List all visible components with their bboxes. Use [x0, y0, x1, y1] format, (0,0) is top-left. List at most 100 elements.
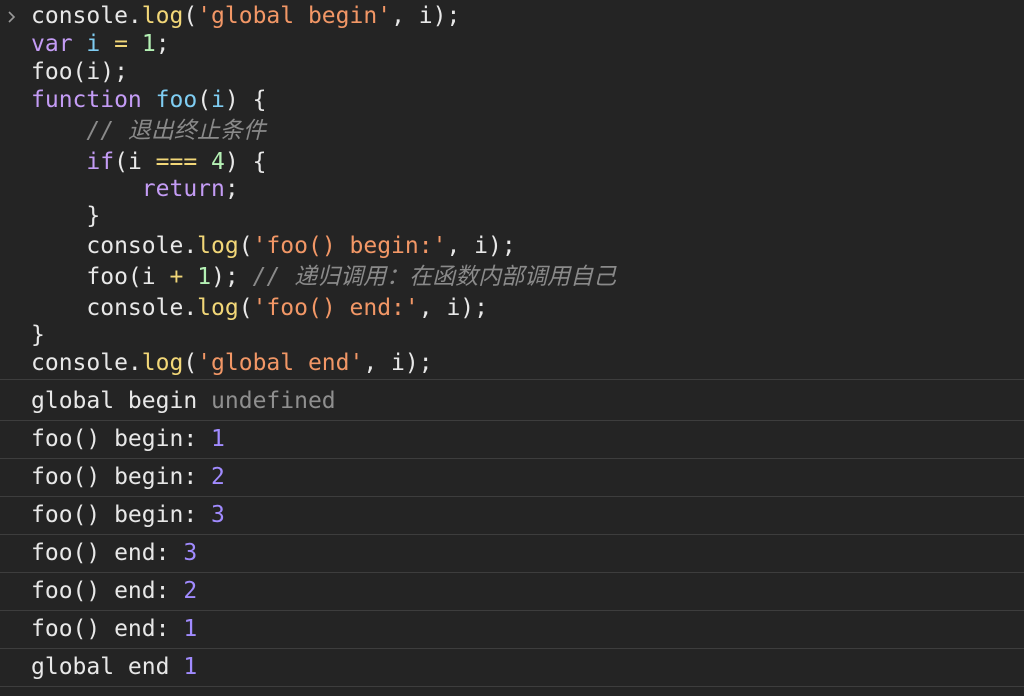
code-token: }: [31, 203, 101, 229]
code-token: 'global begin': [197, 3, 392, 29]
code-line: console.log('foo() begin:', i);: [31, 231, 516, 261]
console-message-text: foo() begin: 3: [31, 497, 225, 534]
code-token: ) {: [224, 149, 267, 175]
code-token: 1: [141, 31, 156, 57]
code-token: foo: [155, 87, 198, 113]
code-token: ) {: [224, 87, 267, 113]
message-value: undefined: [211, 388, 336, 414]
console-message-text: foo() end: 1: [31, 611, 197, 648]
code-token: ;: [155, 31, 170, 57]
message-label: foo() end:: [31, 616, 170, 642]
code-token: (: [197, 87, 212, 113]
code-token: +: [169, 264, 184, 290]
code-token: foo(i: [31, 264, 170, 290]
code-token: console.: [31, 295, 198, 321]
chevron-right-icon: [6, 4, 18, 23]
code-token: (: [183, 350, 198, 376]
code-token: (: [183, 3, 198, 29]
console-message-row[interactable]: foo() begin: 3: [0, 497, 1024, 535]
message-value: 1: [211, 426, 225, 452]
code-token: log: [197, 295, 239, 321]
code-token: 'foo() begin:': [252, 233, 447, 259]
code-line: }: [31, 201, 100, 231]
code-token: , i);: [446, 233, 516, 259]
code-token: }: [31, 322, 45, 348]
message-label: foo() begin:: [31, 502, 198, 528]
message-label: foo() begin:: [31, 464, 198, 490]
code-token: ;: [224, 176, 239, 202]
console-message-text: foo() begin: 1: [31, 421, 225, 458]
message-label: global begin: [31, 388, 198, 414]
code-token: log: [141, 350, 184, 376]
code-token: i: [86, 31, 101, 57]
code-line: foo(i + 1); // 递归调用：在函数内部调用自己: [31, 262, 616, 292]
code-line: }: [31, 320, 45, 350]
code-token: );: [211, 264, 253, 290]
message-label: global end: [31, 654, 170, 680]
console-message-row[interactable]: foo() end: 2: [0, 573, 1024, 611]
code-token: 'foo() end:': [252, 295, 419, 321]
code-line: console.log('global end', i);: [31, 348, 433, 378]
code-line: return;: [31, 174, 239, 204]
console-message-text: global end 1: [31, 649, 197, 686]
message-label: foo() end:: [31, 578, 170, 604]
code-token: (: [238, 295, 253, 321]
code-token: (: [238, 233, 253, 259]
code-token: 1: [197, 264, 212, 290]
code-line: if(i === 4) {: [31, 147, 266, 177]
console-message-row[interactable]: global begin undefined: [0, 383, 1024, 421]
message-value: 3: [211, 502, 225, 528]
console-message-row[interactable]: foo() begin: 1: [0, 421, 1024, 459]
code-line: foo(i);: [31, 57, 128, 87]
code-token: // 退出终止条件: [86, 118, 266, 144]
code-line: console.log('foo() end:', i);: [31, 293, 488, 323]
console-message-text: foo() end: 2: [31, 573, 197, 610]
code-token: 'global end': [197, 350, 364, 376]
code-token: console.: [31, 3, 142, 29]
console-message-row[interactable]: global end 1: [0, 649, 1024, 687]
code-token: function: [31, 87, 142, 113]
console-input-entry[interactable]: console.log('global begin', i); var i = 1…: [0, 0, 1024, 380]
code-line: // 退出终止条件: [31, 116, 266, 146]
message-label: foo() begin:: [31, 426, 198, 452]
code-token: log: [197, 233, 239, 259]
message-value: 1: [183, 654, 198, 680]
console-message-text: foo() end: 3: [31, 535, 197, 572]
code-line: function foo(i) {: [31, 85, 266, 115]
code-token: 4: [211, 149, 225, 175]
code-token: ===: [155, 149, 198, 175]
console-message-row[interactable]: foo() end: 1: [0, 611, 1024, 649]
console-message-row[interactable]: foo() begin: 2: [0, 459, 1024, 497]
code-token: // 递归调用：在函数内部调用自己: [252, 264, 617, 290]
message-value: 3: [183, 540, 198, 566]
code-token: console.: [31, 350, 142, 376]
devtools-console: console.log('global begin', i); var i = 1…: [0, 0, 1024, 696]
message-value: 1: [183, 616, 198, 642]
code-token: if: [86, 149, 115, 175]
code-token: foo(i);: [31, 59, 128, 85]
code-token: , i);: [418, 295, 488, 321]
message-label: foo() end:: [31, 540, 170, 566]
code-token: i: [211, 87, 225, 113]
code-token: , i);: [363, 350, 433, 376]
message-value: 2: [211, 464, 225, 490]
code-line: console.log('global begin', i);: [31, 1, 460, 31]
console-message-text: foo() begin: 2: [31, 459, 225, 496]
code-token: (i: [114, 149, 156, 175]
code-token: log: [141, 3, 184, 29]
console-message-text: global begin undefined: [31, 383, 336, 420]
code-token: =: [114, 31, 128, 57]
code-token: console.: [31, 233, 198, 259]
code-token: return: [141, 176, 225, 202]
console-message-row[interactable]: foo() end: 3: [0, 535, 1024, 573]
code-token: var: [31, 31, 73, 57]
